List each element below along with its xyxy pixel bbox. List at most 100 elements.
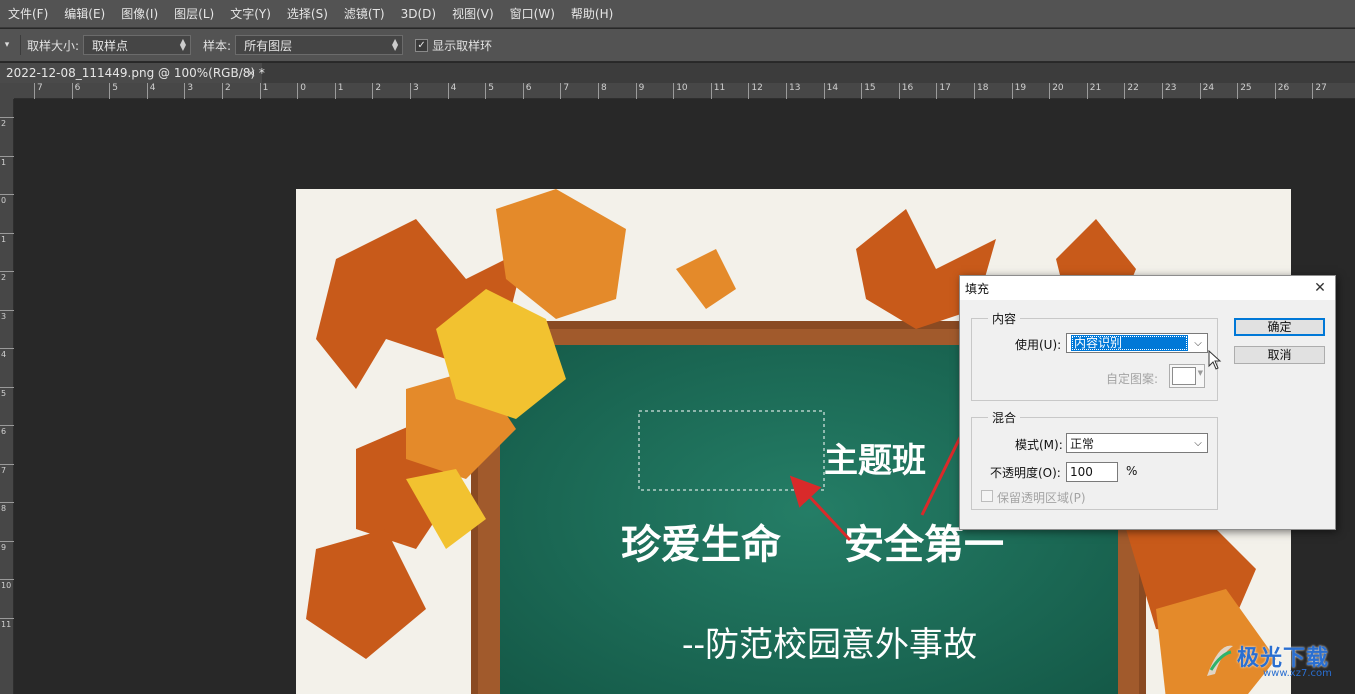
ruler-tick: 18 [974, 83, 988, 99]
cancel-button[interactable]: 取消 [1234, 346, 1325, 364]
ruler-tick-label: 27 [1315, 83, 1327, 93]
ruler-tick: 7 [34, 83, 43, 99]
ruler-tick: 1 [259, 83, 268, 99]
ruler-tick-label: 4 [149, 83, 156, 93]
opacity-unit: % [1126, 464, 1138, 478]
menu-type[interactable]: 文字(Y) [222, 0, 279, 28]
ruler-tick-label: 12 [751, 83, 763, 93]
ruler-tick: 6 [71, 83, 80, 99]
preserve-transparency-checkbox[interactable] [981, 490, 993, 502]
ruler-tick: 4 [0, 348, 14, 359]
preserve-transparency-label: 保留透明区域(P) [997, 491, 1086, 505]
ruler-tick-label: 3 [187, 83, 194, 93]
blend-group-label: 混合 [988, 409, 1021, 426]
show-ring-checkbox[interactable]: ✓ [415, 38, 429, 52]
ruler-tick: 26 [1274, 83, 1289, 99]
close-tab-icon[interactable]: × [246, 63, 256, 83]
ruler-tick: 2 [372, 83, 381, 99]
menu-window[interactable]: 窗口(W) [502, 0, 563, 28]
menu-file[interactable]: 文件(F) [0, 0, 56, 28]
ruler-tick: 1 [0, 232, 14, 244]
ruler-tick-label: 7 [37, 83, 43, 93]
ruler-tick: 22 [1124, 83, 1139, 99]
site-watermark: 极光下载 www.xz7.com [1203, 636, 1351, 686]
options-divider [20, 35, 21, 55]
ruler-tick-label: 5 [488, 83, 494, 93]
chevron-down-icon: ⌵ [1194, 337, 1202, 349]
ruler-tick-label: 21 [1089, 83, 1102, 93]
menu-layer[interactable]: 图层(L) [166, 0, 222, 28]
ruler-tick-label: 6 [74, 83, 81, 93]
ruler-tick-label: 2 [375, 83, 382, 93]
ruler-tick: 1 [0, 155, 14, 167]
menu-view[interactable]: 视图(V) [444, 0, 502, 28]
opacity-input[interactable]: 100 [1066, 462, 1118, 482]
ruler-tick: 13 [786, 83, 800, 99]
ruler-tick: 3 [410, 83, 419, 99]
ruler-tick-label: 26 [1277, 83, 1290, 93]
ruler-tick: 11 [0, 617, 14, 629]
menu-edit[interactable]: 编辑(E) [56, 0, 113, 28]
watermark-url: www.xz7.com [1263, 668, 1332, 679]
use-select[interactable]: 内容识别 ⌵ [1066, 333, 1208, 353]
horizontal-ruler[interactable]: 7 6 5 4 3 2 1 0 1 2 3 4 5 6 7 8 9 10 11 12 13 14 15 16 17 18 19 20 2… [14, 83, 1355, 99]
opacity-label: 不透明度(O): [990, 466, 1061, 480]
artwork-title-main-left: 珍爱生命 [621, 521, 781, 568]
ruler-tick-label: 2 [1, 273, 7, 282]
ruler-tick-label: 1 [1, 234, 7, 244]
ruler-tick-label: 13 [789, 83, 801, 93]
dialog-titlebar[interactable]: 填充 ✕ [960, 276, 1335, 300]
ruler-tick: 7 [0, 463, 14, 475]
ruler-tick: 15 [861, 83, 876, 99]
menu-3d[interactable]: 3D(D) [393, 0, 444, 28]
sample-value: 所有图层 [244, 38, 293, 53]
ruler-tick-label: 5 [112, 83, 118, 93]
ruler-tick-label: 3 [1, 311, 7, 321]
menu-select[interactable]: 选择(S) [279, 0, 336, 28]
sample-label: 样本: [203, 38, 232, 53]
ruler-tick-label: 3 [413, 83, 419, 93]
ruler-tick-label: 2 [1, 119, 7, 128]
close-icon[interactable]: ✕ [1305, 280, 1335, 296]
ruler-tick-label: 1 [337, 83, 344, 93]
ruler-tick-label: 16 [901, 83, 914, 93]
ruler-tick-label: 18 [977, 83, 989, 93]
ruler-tick-label: 19 [1014, 83, 1027, 93]
artwork-title-small: 主题班 [824, 441, 926, 481]
ruler-tick-label: 0 [1, 196, 7, 205]
menu-filter[interactable]: 滤镜(T) [336, 0, 393, 28]
document-tab[interactable]: 2022-12-08_111449.png @ 100%(RGB/8) * × [0, 63, 265, 83]
chevron-down-icon: ▼ [1197, 369, 1203, 377]
sample-size-value: 取样点 [92, 38, 129, 53]
ruler-tick-label: 9 [638, 83, 645, 93]
ruler-tick: 14 [823, 83, 838, 99]
ruler-tick-label: 0 [300, 83, 306, 93]
content-group-label: 内容 [988, 310, 1021, 327]
ruler-tick: 6 [0, 425, 14, 436]
menu-help[interactable]: 帮助(H) [563, 0, 621, 28]
ruler-tick: 9 [635, 83, 644, 99]
sample-select[interactable]: 所有图层 ▲ ▼ [235, 35, 404, 55]
mode-select[interactable]: 正常 ⌵ [1066, 433, 1208, 453]
ruler-tick: 8 [598, 83, 607, 99]
ruler-tick-label: 11 [713, 83, 726, 93]
ruler-corner [0, 83, 14, 99]
ruler-tick-label: 5 [1, 388, 7, 398]
ruler-tick: 25 [1237, 83, 1252, 99]
ruler-tick-label: 10 [676, 83, 688, 93]
ok-button[interactable]: 确定 [1234, 318, 1325, 336]
menu-image[interactable]: 图像(I) [113, 0, 166, 28]
document-tab-title: 2022-12-08_111449.png @ 100%(RGB/8) * [6, 66, 265, 80]
sample-size-select[interactable]: 取样点 ▲ ▼ [83, 35, 192, 55]
ruler-tick: 6 [522, 83, 532, 99]
content-group: 内容 [971, 310, 1218, 401]
ruler-tick: 3 [0, 309, 14, 321]
ruler-tick: 5 [485, 83, 494, 99]
ruler-tick-label: 4 [1, 350, 7, 359]
vertical-ruler[interactable]: 2 1 0 1 2 3 4 5 6 7 8 9 10 11 [0, 99, 14, 694]
mode-label: 模式(M): [1015, 438, 1063, 452]
ruler-tick-label: 15 [864, 83, 876, 93]
ruler-tick-label: 2 [225, 83, 231, 93]
tool-preset-chevron-icon[interactable]: ▾ [0, 40, 14, 50]
ruler-tick: 1 [334, 83, 344, 99]
